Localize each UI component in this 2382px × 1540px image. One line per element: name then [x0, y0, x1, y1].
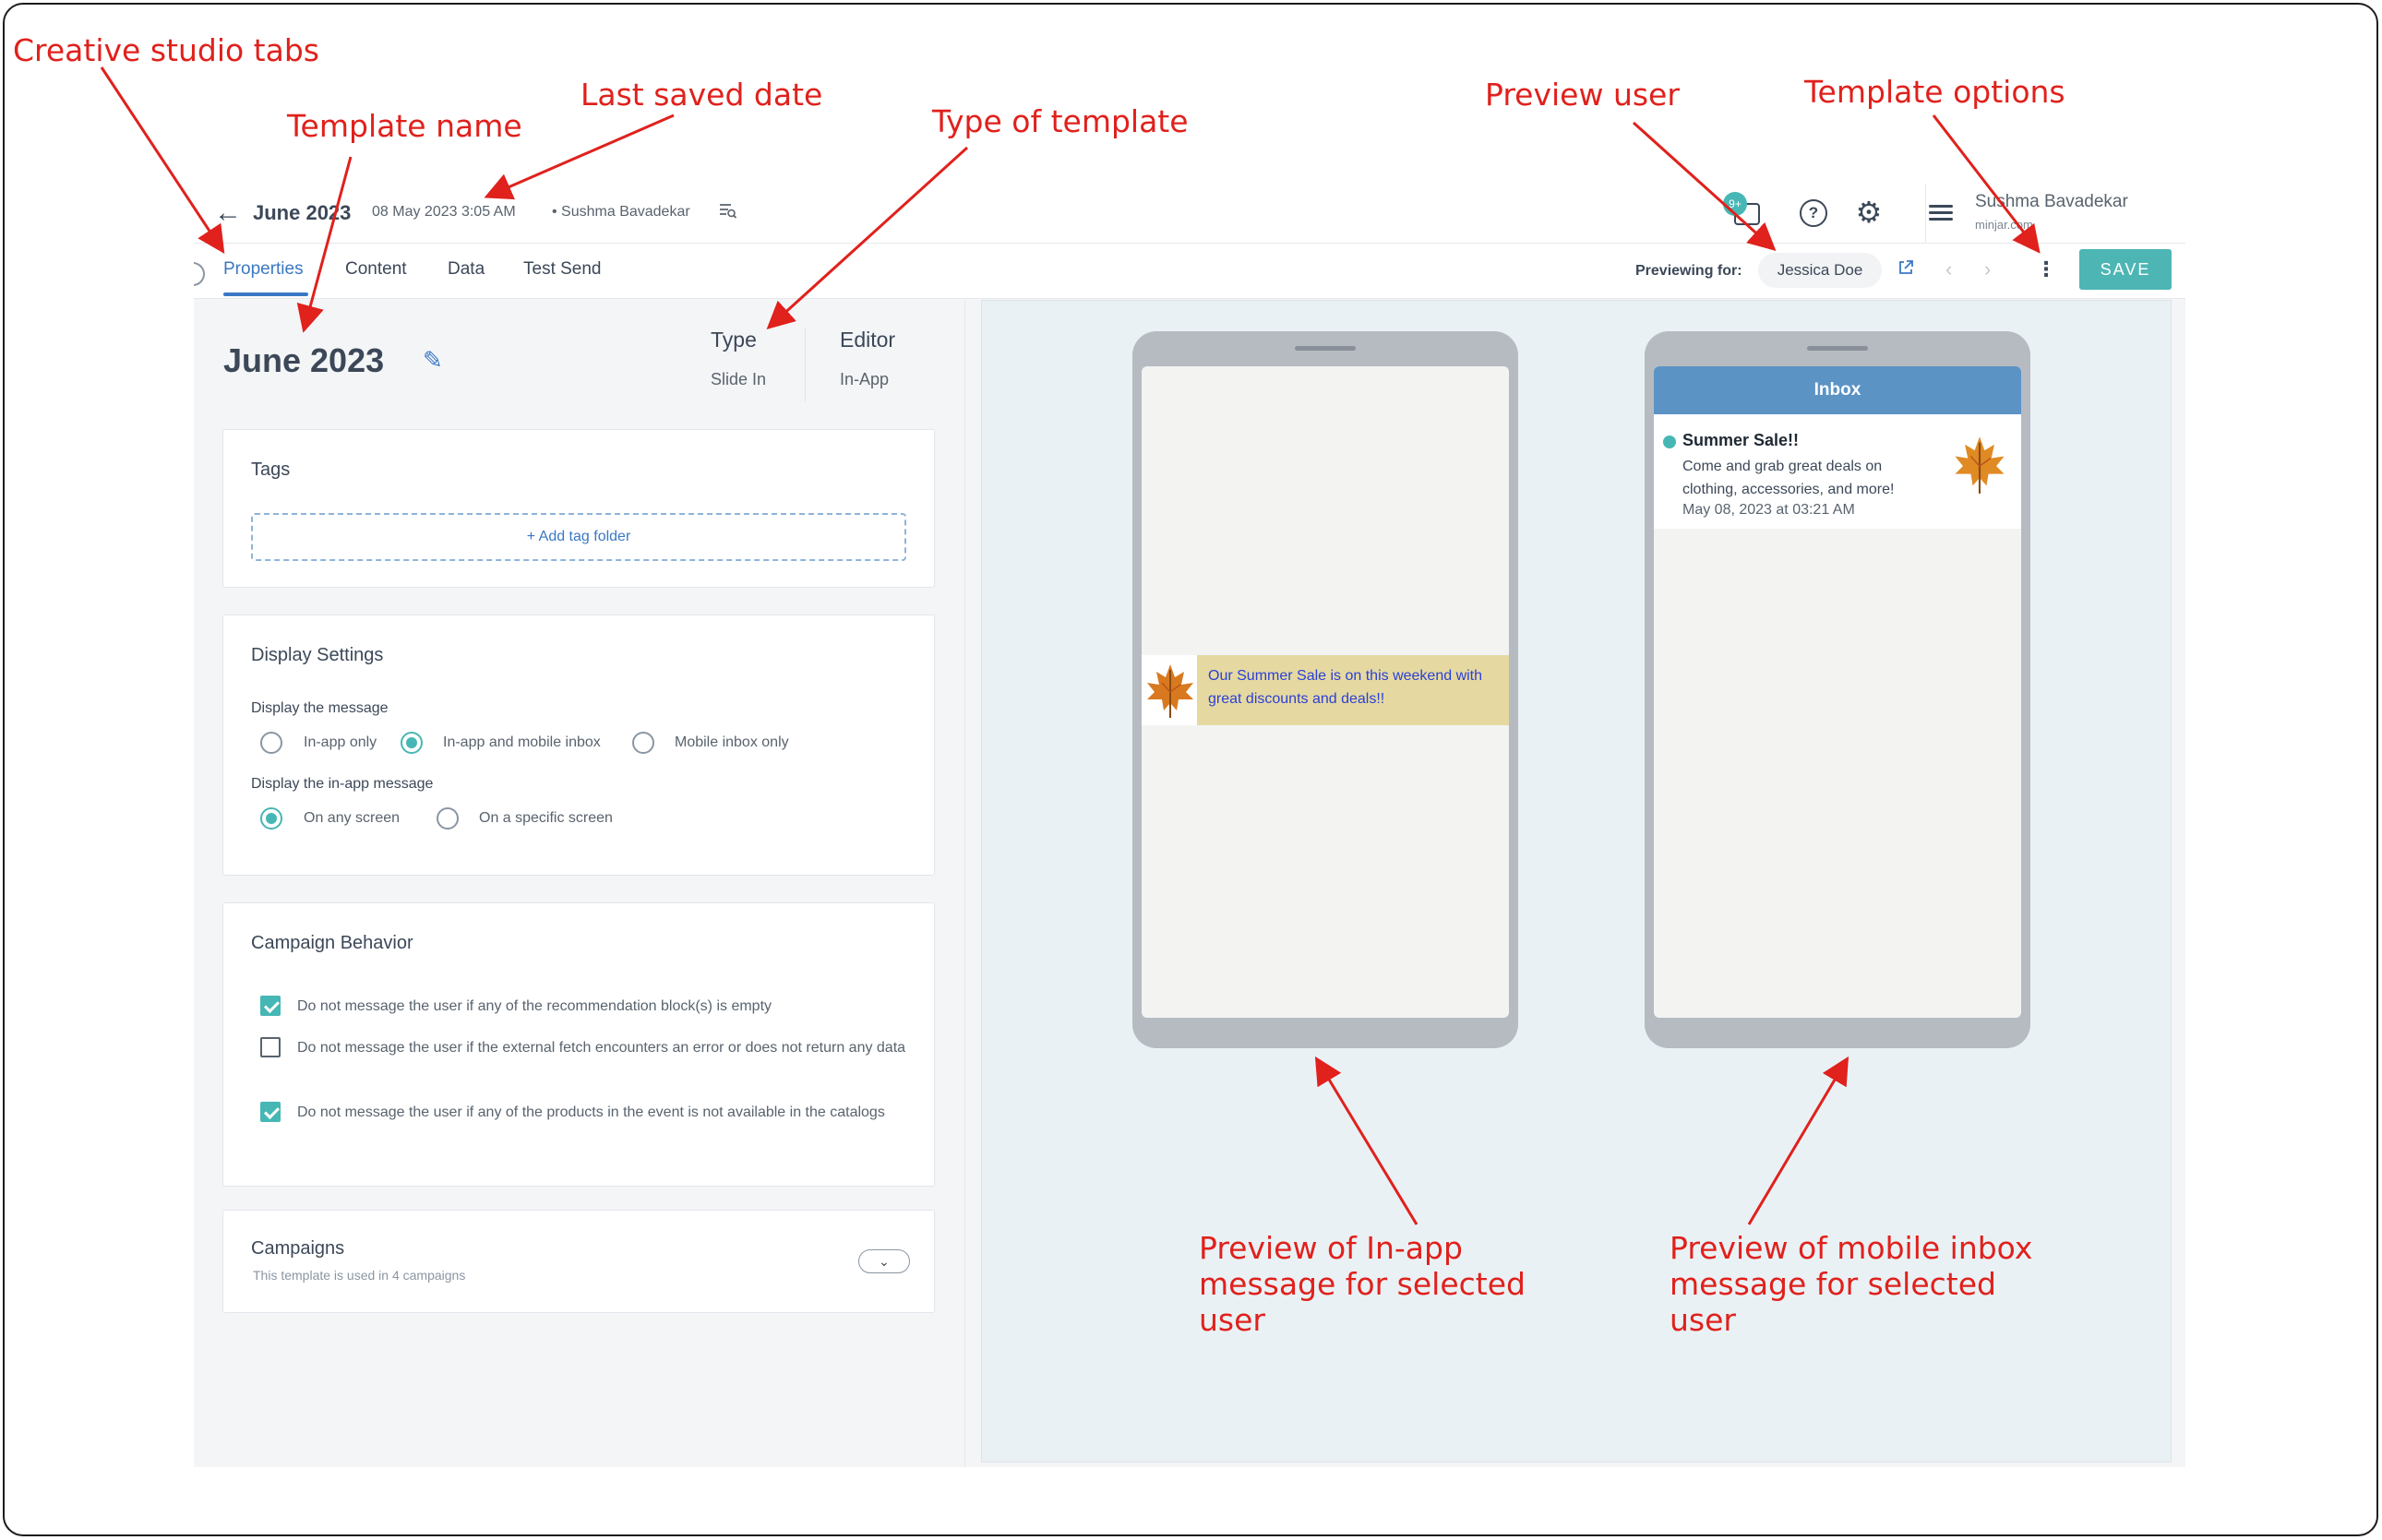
checkbox-label: Do not message the user if any of the re… [297, 998, 772, 1014]
unread-dot-icon [1663, 436, 1676, 448]
campaigns-title: Campaigns [251, 1238, 345, 1259]
last-saved-date: 08 May 2023 3:05 AM [372, 204, 516, 220]
divider [805, 328, 806, 401]
radio-mobile-inbox-only[interactable] [632, 732, 654, 754]
template-name: June 2023 [223, 341, 385, 379]
chevron-down-icon[interactable]: ⌄ [858, 1249, 910, 1273]
previewing-for-label: Previewing for: [1635, 263, 1742, 279]
external-link-icon[interactable] [1897, 258, 1917, 279]
phone-screen: Our Summer Sale is on this weekend with … [1142, 366, 1509, 1018]
notifications-button[interactable]: 9+ [1723, 192, 1764, 231]
campaign-behavior-card: Campaign Behavior Do not message the use… [222, 902, 935, 1187]
annotation-last-saved-date: Last saved date [581, 77, 823, 113]
template-options-kebab-icon[interactable]: ⋮ [2036, 258, 2056, 281]
campaigns-card: Campaigns This template is used in 4 cam… [222, 1210, 935, 1313]
saved-by-user: • Sushma Bavadekar [552, 204, 690, 220]
inbox-message[interactable]: Summer Sale!! Come and grab great deals … [1654, 414, 2021, 529]
history-icon[interactable] [718, 201, 738, 221]
annotation-preview-inapp: Preview of In-app message for selected u… [1199, 1230, 1526, 1338]
template-name-header: June 2023 [253, 201, 352, 224]
maple-leaf-image [1142, 655, 1197, 725]
phone-screen: Inbox Summer Sale!! Come and grab great … [1654, 366, 2021, 1018]
radio-label: On any screen [304, 810, 401, 826]
back-arrow-icon[interactable]: ← [212, 197, 244, 229]
editor-value: In-App [840, 370, 890, 388]
radio-inapp-and-inbox[interactable] [401, 732, 423, 754]
radio-on-any-screen[interactable] [260, 807, 282, 830]
inbox-header: Inbox [1654, 366, 2021, 414]
active-tab-indicator [223, 292, 308, 296]
tab-content[interactable]: Content [345, 259, 407, 280]
side-panel-toggle-icon[interactable] [194, 262, 205, 286]
annotation-preview-inbox: Preview of mobile inbox message for sele… [1670, 1230, 2033, 1338]
tags-card: Tags + Add tag folder [222, 429, 935, 588]
add-tag-folder-button[interactable]: + Add tag folder [251, 513, 906, 561]
radio-label: In-app only [304, 734, 377, 750]
checkbox-label: Do not message the user if any of the pr… [297, 1104, 885, 1120]
display-message-label: Display the message [251, 700, 389, 716]
type-label: Type [711, 328, 757, 352]
campaign-behavior-title: Campaign Behavior [251, 933, 413, 953]
annotation-creative-studio-tabs: Creative studio tabs [13, 32, 319, 68]
phone-speaker [1295, 346, 1356, 351]
phone-speaker [1807, 346, 1868, 351]
next-user-chevron-icon[interactable]: › [1984, 257, 1991, 281]
notification-badge: 9+ [1723, 192, 1747, 216]
campaigns-subtitle: This template is used in 4 campaigns [253, 1268, 466, 1283]
divider [1925, 185, 1926, 244]
top-bar: ← June 2023 08 May 2023 3:05 AM • Sushma… [194, 185, 2185, 244]
preview-user-selector[interactable]: Jessica Doe [1758, 253, 1882, 288]
annotation-preview-user: Preview user [1485, 77, 1680, 113]
account-org: minjar.com [1975, 218, 2033, 232]
maple-leaf-image [1955, 436, 2005, 494]
gear-icon[interactable]: ⚙ [1852, 196, 1885, 229]
save-button[interactable]: SAVE [2079, 249, 2172, 290]
type-value: Slide In [711, 370, 767, 388]
inbox-message-date: May 08, 2023 at 03:21 AM [1682, 502, 1855, 518]
edit-pencil-icon[interactable]: ✎ [423, 346, 443, 375]
editor-label: Editor [840, 328, 896, 352]
display-inapp-label: Display the in-app message [251, 776, 434, 792]
display-settings-card: Display Settings Display the message In-… [222, 615, 935, 876]
radio-label: In-app and mobile inbox [443, 734, 601, 750]
annotation-template-name: Template name [287, 108, 522, 144]
display-settings-title: Display Settings [251, 645, 384, 665]
account-user-name[interactable]: Sushma Bavadekar [1975, 192, 2128, 212]
hamburger-menu-icon[interactable] [1927, 201, 1955, 227]
tab-bar: Properties Content Data Test Send Previe… [194, 244, 2185, 299]
inbox-phone-preview: Inbox Summer Sale!! Come and grab great … [1645, 331, 2030, 1048]
help-icon[interactable]: ? [1800, 199, 1827, 227]
radio-on-specific-screen[interactable] [437, 807, 459, 830]
properties-panel: June 2023 ✎ Type Slide In Editor In-App … [194, 300, 965, 1467]
slide-in-message-text: Our Summer Sale is on this weekend with … [1208, 668, 1483, 707]
inapp-phone-preview: Our Summer Sale is on this weekend with … [1132, 331, 1518, 1048]
tab-data[interactable]: Data [448, 259, 485, 280]
inbox-message-body: Come and grab great deals on clothing, a… [1682, 459, 1895, 497]
tab-properties[interactable]: Properties [223, 259, 304, 280]
checkbox-label: Do not message the user if the external … [297, 1040, 906, 1056]
annotation-type-of-template: Type of template [932, 103, 1189, 139]
inbox-message-title: Summer Sale!! [1682, 431, 1800, 449]
tab-test-send[interactable]: Test Send [523, 259, 602, 280]
annotation-template-options: Template options [1804, 74, 2065, 110]
tags-title: Tags [251, 460, 291, 480]
previous-user-chevron-icon[interactable]: ‹ [1945, 257, 1952, 281]
slide-in-message[interactable]: Our Summer Sale is on this weekend with … [1142, 655, 1509, 725]
radio-inapp-only[interactable] [260, 732, 282, 754]
radio-label: Mobile inbox only [675, 734, 789, 750]
radio-label: On a specific screen [479, 810, 613, 826]
